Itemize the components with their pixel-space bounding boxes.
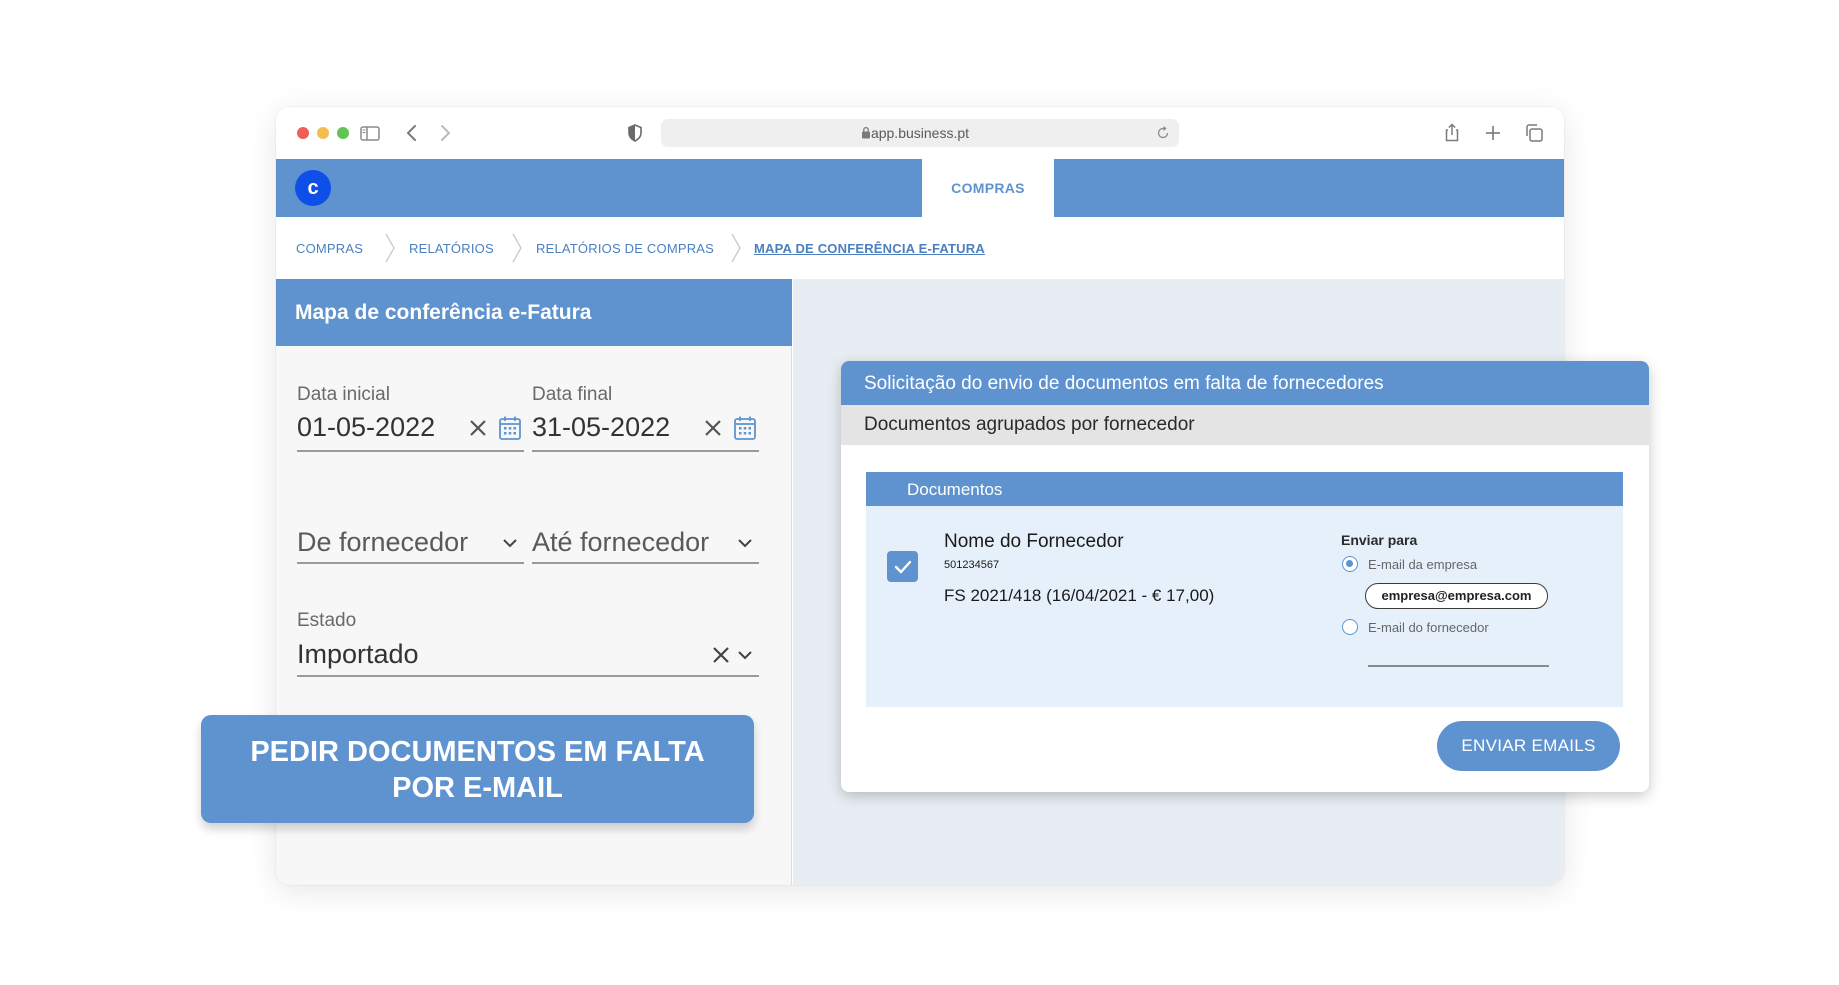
company-email-option-label[interactable]: E-mail da empresa <box>1368 557 1477 572</box>
supplier-name: Nome do Fornecedor <box>944 531 1124 552</box>
chevron-down-icon[interactable] <box>736 534 754 552</box>
end-date-label: Data final <box>532 384 613 405</box>
send-emails-button[interactable]: ENVIAR EMAILS <box>1437 721 1620 771</box>
status-underline <box>297 675 759 677</box>
breadcrumb: COMPRAS RELATÓRIOS RELATÓRIOS DE COMPRAS… <box>276 217 1564 279</box>
supplier-nif: 501234567 <box>944 559 1000 571</box>
zoom-window-button[interactable] <box>337 127 349 139</box>
request-button-line-1: PEDIR DOCUMENTOS EM FALTA <box>250 736 705 768</box>
forward-icon[interactable] <box>433 121 457 145</box>
send-to-label: Enviar para <box>1341 532 1418 548</box>
supplier-email-input[interactable] <box>1368 665 1549 667</box>
privacy-shield-icon[interactable] <box>623 121 647 145</box>
start-date-label: Data inicial <box>297 384 390 405</box>
status-select[interactable]: Importado <box>297 639 419 670</box>
status-label: Estado <box>297 610 357 631</box>
calendar-icon[interactable] <box>733 415 757 441</box>
start-date-underline <box>297 450 524 452</box>
supplier-email-radio[interactable] <box>1342 619 1358 635</box>
browser-toolbar: app.business.pt <box>276 107 1564 159</box>
from-supplier-underline <box>297 562 524 564</box>
document-line: FS 2021/418 (16/04/2021 - € 17,00) <box>944 586 1215 605</box>
chevron-down-icon[interactable] <box>736 646 754 664</box>
panel-title: Mapa de conferência e-Fatura <box>276 279 792 346</box>
to-supplier-underline <box>532 562 759 564</box>
breadcrumb-item-current[interactable]: MAPA DE CONFERÊNCIA E-FATURA <box>754 241 985 256</box>
chevron-down-icon[interactable] <box>501 534 519 552</box>
breadcrumb-item-relatorios[interactable]: RELATÓRIOS <box>409 241 494 256</box>
company-email-radio[interactable] <box>1342 556 1358 572</box>
address-bar[interactable]: app.business.pt <box>661 119 1179 147</box>
chevron-right-icon <box>385 233 395 263</box>
tab-compras[interactable]: COMPRAS <box>922 159 1054 217</box>
end-date-input[interactable]: 31-05-2022 <box>532 412 670 443</box>
chevron-right-icon <box>512 233 522 263</box>
clear-end-date-icon[interactable] <box>702 417 724 439</box>
calendar-icon[interactable] <box>498 415 522 441</box>
url-text: app.business.pt <box>870 125 970 141</box>
start-date-input[interactable]: 01-05-2022 <box>297 412 435 443</box>
dialog-subtitle: Documentos agrupados por fornecedor <box>841 405 1649 445</box>
back-icon[interactable] <box>400 121 424 145</box>
dialog-title: Solicitação do envio de documentos em fa… <box>841 361 1649 405</box>
share-icon[interactable] <box>1440 121 1464 145</box>
new-tab-icon[interactable] <box>1481 121 1505 145</box>
breadcrumb-item-compras[interactable]: COMPRAS <box>296 241 363 256</box>
from-supplier-select[interactable]: De fornecedor <box>297 527 468 558</box>
sidebar-icon[interactable] <box>358 121 382 145</box>
request-missing-documents-button[interactable]: PEDIR DOCUMENTOS EM FALTA POR E-MAIL <box>201 715 754 823</box>
company-email-chip[interactable]: empresa@empresa.com <box>1365 583 1548 609</box>
supplier-checkbox[interactable] <box>887 551 918 582</box>
chevron-right-icon <box>731 233 741 263</box>
supplier-documents-row: Nome do Fornecedor 501234567 FS 2021/418… <box>866 506 1623 707</box>
request-documents-dialog: Solicitação do envio de documentos em fa… <box>841 361 1649 792</box>
close-window-button[interactable] <box>297 127 309 139</box>
reload-icon[interactable] <box>1155 125 1171 141</box>
check-icon <box>894 560 912 574</box>
app-header: c COMPRAS <box>276 159 1564 217</box>
breadcrumb-item-relatorios-de-compras[interactable]: RELATÓRIOS DE COMPRAS <box>536 241 714 256</box>
tab-overview-icon[interactable] <box>1522 121 1546 145</box>
stage: app.business.pt c COMPRAS COMPRAS RELATÓ… <box>0 0 1839 985</box>
to-supplier-select[interactable]: Até fornecedor <box>532 527 709 558</box>
request-button-line-2: POR E-MAIL <box>392 772 563 804</box>
minimize-window-button[interactable] <box>317 127 329 139</box>
supplier-email-option-label[interactable]: E-mail do fornecedor <box>1368 620 1489 635</box>
end-date-underline <box>532 450 759 452</box>
clear-start-date-icon[interactable] <box>467 417 489 439</box>
clear-status-icon[interactable] <box>710 644 732 666</box>
app-logo[interactable]: c <box>295 170 331 206</box>
documents-header: Documentos <box>866 472 1623 506</box>
